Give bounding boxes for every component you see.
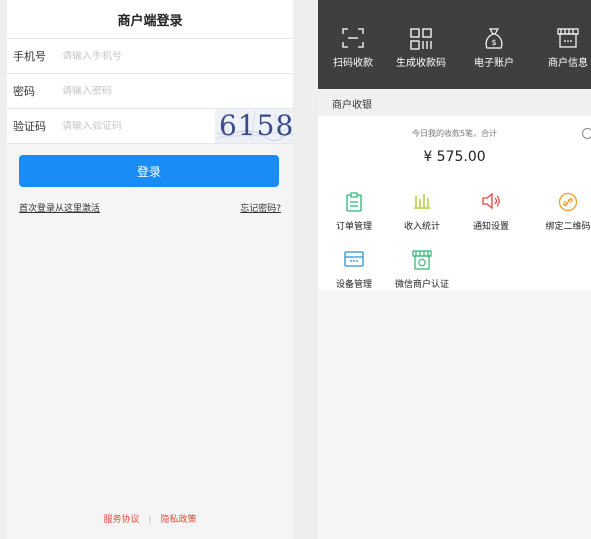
bind-qrcode-button[interactable]: 绑定二维码 xyxy=(534,182,591,232)
phone-row: 手机号 xyxy=(7,39,293,74)
phone-input[interactable] xyxy=(62,50,293,62)
merchant-info-label: 商户信息 xyxy=(548,58,588,69)
clipboard-icon xyxy=(346,192,362,212)
scan-pay-button[interactable]: 扫码收款 xyxy=(318,0,388,89)
generate-qr-button[interactable]: 生成收款码 xyxy=(386,0,456,89)
bar-chart-icon xyxy=(414,194,430,209)
scan-icon xyxy=(342,28,364,48)
captcha-label: 验证码 xyxy=(13,120,46,133)
summary-amount: ¥ 575.00 xyxy=(423,149,486,165)
function-grid: 订单管理 收入统计 通知设置 绑定二维码 设备管理 微信商户认证 xyxy=(318,176,591,290)
money-bag-icon: $ xyxy=(485,28,503,49)
footer-links: 服务协议 | 隐私政策 xyxy=(7,512,293,525)
merchant-home-screen: 扫码收款 生成收款码 $ 电子账户 商户信息 商户收银 今日我的收款5笔，合计 … xyxy=(318,0,591,539)
login-button[interactable]: 登录 xyxy=(19,155,279,187)
first-login-link[interactable]: 首次登录从这里激活 xyxy=(19,201,100,214)
wechat-merchant-auth-label: 微信商户认证 xyxy=(394,280,449,290)
summary-line: 今日我的收款5笔，合计 xyxy=(411,129,498,138)
store-icon xyxy=(557,28,579,48)
svg-text:$: $ xyxy=(491,38,496,47)
scan-pay-label: 扫码收款 xyxy=(333,58,373,69)
page-title: 商户端登录 xyxy=(7,0,293,39)
device-icon xyxy=(344,251,364,267)
captcha-image[interactable]: 6158 xyxy=(215,109,293,143)
qrcode-icon xyxy=(410,28,432,50)
toggle-visibility-icon[interactable] xyxy=(582,128,591,139)
captcha-text: 6158 xyxy=(219,109,293,142)
wechat-store-icon xyxy=(412,250,432,270)
e-account-button[interactable]: $ 电子账户 xyxy=(459,0,529,89)
forgot-password-link[interactable]: 忘记密码? xyxy=(240,201,281,214)
password-input[interactable] xyxy=(62,85,293,97)
section-title: 商户收银 xyxy=(318,90,591,116)
top-toolbar: 扫码收款 生成收款码 $ 电子账户 商户信息 xyxy=(318,0,591,89)
link-icon xyxy=(558,192,578,212)
notification-settings-label: 通知设置 xyxy=(472,222,509,232)
password-row: 密码 xyxy=(7,74,293,109)
login-screen: 商户端登录 手机号 密码 验证码 6158 登录 首次登录从这里激活 忘记密码?… xyxy=(7,0,293,539)
speaker-icon xyxy=(482,192,500,210)
notification-settings-button[interactable]: 通知设置 xyxy=(457,182,525,232)
captcha-row: 验证码 6158 xyxy=(7,109,293,144)
generate-qr-label: 生成收款码 xyxy=(396,58,446,69)
merchant-info-button[interactable]: 商户信息 xyxy=(533,0,591,89)
bind-qrcode-label: 绑定二维码 xyxy=(545,222,591,232)
today-summary: 今日我的收款5笔，合计 ¥ 575.00 xyxy=(318,116,591,176)
privacy-link[interactable]: 隐私政策 xyxy=(161,515,197,525)
footer-separator: | xyxy=(148,515,152,525)
income-stats-button[interactable]: 收入统计 xyxy=(388,182,456,232)
password-label: 密码 xyxy=(13,85,35,98)
e-account-label: 电子账户 xyxy=(474,58,514,69)
phone-label: 手机号 xyxy=(13,50,46,63)
terms-link[interactable]: 服务协议 xyxy=(103,515,139,525)
wechat-merchant-auth-button[interactable]: 微信商户认证 xyxy=(388,240,456,290)
